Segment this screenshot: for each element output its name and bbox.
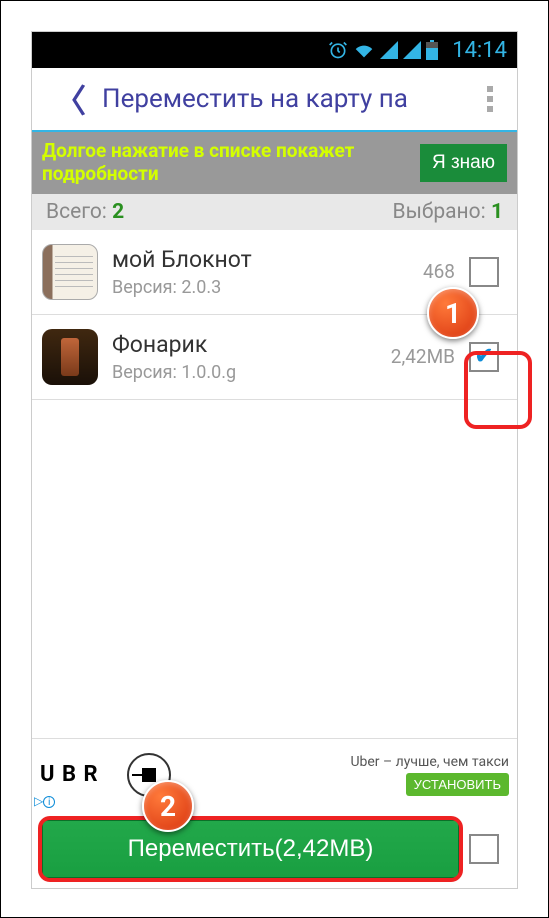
ad-badge: ▷i: [34, 794, 55, 809]
ad-text: Uber – лучше, чем такси УСТАНОВИТЬ: [179, 754, 509, 796]
item-info: Фонарик Версия: 1.0.0.g: [112, 331, 377, 383]
callout-marker-1: 1: [427, 287, 479, 339]
status-bar: 14:14: [32, 32, 517, 68]
callout-marker-2: 2: [142, 780, 194, 832]
hint-text: Долгое нажатие в списке покажет подробно…: [42, 140, 410, 186]
item-checkbox[interactable]: [469, 257, 499, 287]
app-icon-flashlight: [42, 329, 98, 385]
info-icon[interactable]: i: [43, 796, 55, 808]
select-all-checkbox[interactable]: [469, 834, 499, 864]
wifi-icon: [353, 40, 375, 60]
stats-selected: Выбрано: 1: [393, 200, 504, 224]
battery-icon: [426, 40, 438, 60]
stats-total: Всего: 2: [46, 200, 124, 224]
hint-bar: Долгое нажатие в списке покажет подробно…: [32, 132, 517, 194]
dot-icon: [487, 86, 493, 92]
item-name: мой Блокнот: [112, 246, 409, 273]
back-button[interactable]: 〈: [44, 76, 96, 122]
dot-icon: [487, 106, 493, 112]
status-time: 14:14: [452, 38, 507, 63]
ad-title: Uber – лучше, чем такси: [179, 754, 509, 770]
app-icon-notepad: [42, 244, 98, 300]
stats-bar: Всего: 2 Выбрано: 1: [32, 194, 517, 230]
ad-brand-logo: U B R: [40, 762, 99, 787]
item-name: Фонарик: [112, 331, 377, 358]
hint-dismiss-button[interactable]: Я знаю: [420, 144, 507, 182]
alarm-icon: [328, 40, 348, 60]
item-checkbox[interactable]: [469, 342, 499, 372]
ad-banner[interactable]: ▷i U B R Uber – лучше, чем такси УСТАНОВ…: [32, 738, 517, 810]
signal-icon-2: [403, 41, 421, 59]
action-bar: Переместить(2,42MB): [32, 810, 517, 888]
status-icons-group: [328, 40, 438, 60]
item-size: 468: [423, 260, 455, 283]
item-size: 2,42MB: [391, 345, 455, 368]
page-title: Переместить на карту па: [102, 84, 475, 114]
signal-icon: [380, 41, 398, 59]
ad-install-button[interactable]: УСТАНОВИТЬ: [406, 773, 509, 796]
overflow-menu-button[interactable]: [475, 86, 505, 112]
item-version: Версия: 1.0.0.g: [112, 362, 377, 383]
move-button[interactable]: Переместить(2,42MB): [42, 820, 459, 878]
dot-icon: [487, 96, 493, 102]
item-info: мой Блокнот Версия: 2.0.3: [112, 246, 409, 298]
app-bar: 〈 Переместить на карту па: [32, 68, 517, 132]
item-version: Версия: 2.0.3: [112, 277, 409, 298]
